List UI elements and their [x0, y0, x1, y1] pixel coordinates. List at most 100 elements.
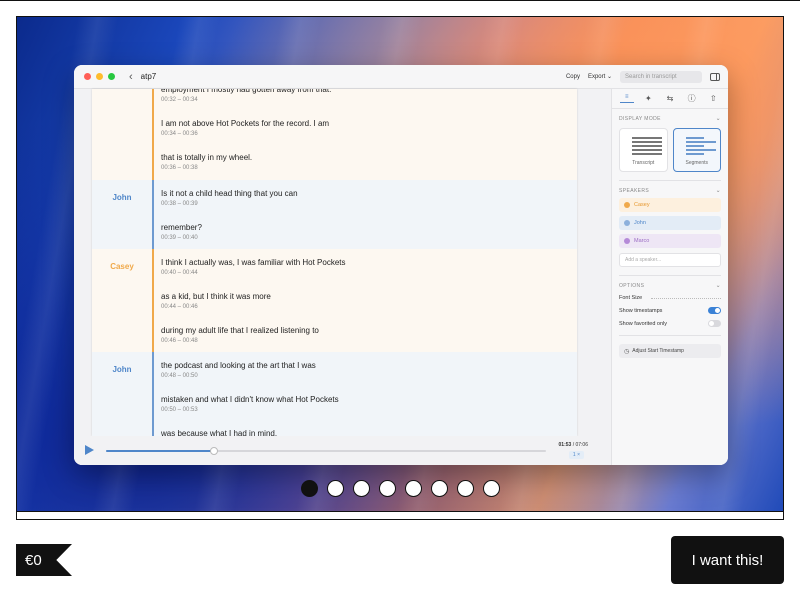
export-label: Export: [587, 74, 606, 80]
speaker-name: John: [634, 220, 646, 226]
adjust-start-timestamp-button[interactable]: ◷ Adjust Start Timestamp: [619, 344, 721, 358]
carousel-pagination: [301, 480, 500, 497]
export-button[interactable]: Export ⌄: [588, 73, 612, 80]
speaker-color-bar: [152, 249, 154, 352]
app-window: ‹ atp7 Copy Export ⌄ Search in transcrip…: [74, 65, 728, 465]
i-want-this-button[interactable]: I want this!: [671, 536, 784, 584]
show-favorited-toggle[interactable]: [708, 320, 721, 327]
line-timestamp: 00:39 – 00:40: [161, 235, 198, 241]
show-timestamps-label: Show timestamps: [619, 307, 663, 314]
transcript-segment-john[interactable]: John the podcast and looking at the art t…: [92, 352, 577, 436]
progress-knob[interactable]: [209, 447, 218, 455]
transcript-line[interactable]: was because what I had in mind.: [161, 429, 561, 436]
carousel-dot-4[interactable]: [379, 480, 396, 497]
play-icon[interactable]: [85, 445, 94, 455]
transcript-line[interactable]: I am not above Hot Pockets for the recor…: [161, 119, 561, 138]
line-text: as a kid, but I think it was more: [161, 292, 271, 301]
inspector-tabs: ≡ ✦ ⇆ ⓘ ⇧: [612, 89, 728, 109]
add-speaker-input[interactable]: Add a speaker...: [619, 253, 721, 267]
clock-icon: ◷: [624, 348, 630, 355]
carousel-dot-3[interactable]: [353, 480, 370, 497]
divider: [619, 275, 721, 276]
carousel-dot-1[interactable]: [301, 480, 318, 497]
speakers-header[interactable]: SPEAKERS ⌄: [619, 187, 721, 195]
minimize-window-icon[interactable]: [96, 73, 103, 80]
speaker-color-bar: [152, 180, 154, 249]
options-heading: OPTIONS: [619, 282, 645, 289]
line-timestamp: 00:48 – 00:50: [161, 373, 198, 379]
divider: [619, 335, 721, 336]
speaker-chip-casey[interactable]: Casey: [619, 198, 721, 212]
search-input[interactable]: Search in transcript: [620, 70, 702, 83]
line-timestamp: 00:40 – 00:44: [161, 270, 198, 276]
carousel-dot-7[interactable]: [457, 480, 474, 497]
speaker-name: Casey: [634, 202, 650, 208]
transcript-tab-icon[interactable]: ≡: [619, 94, 634, 103]
transcript-line[interactable]: the podcast and looking at the art that …: [161, 361, 561, 380]
total-time: 07:06: [575, 442, 588, 448]
line-text: I think I actually was, I was familiar w…: [161, 258, 346, 267]
carousel-bottom-edge: [17, 511, 783, 519]
copy-button[interactable]: Copy: [566, 74, 580, 80]
transcript-line[interactable]: during my adult life that I realized lis…: [161, 326, 561, 345]
transcript-mode-label: Transcript: [632, 160, 655, 166]
progress-slider[interactable]: [106, 447, 546, 455]
transcript-line[interactable]: I think I actually was, I was familiar w…: [161, 258, 561, 277]
screenshot-carousel[interactable]: ‹ atp7 Copy Export ⌄ Search in transcrip…: [16, 16, 784, 520]
carousel-dot-2[interactable]: [327, 480, 344, 497]
line-text: the podcast and looking at the art that …: [161, 361, 316, 370]
line-text: that is totally in my wheel.: [161, 153, 253, 162]
options-header[interactable]: OPTIONS ⌄: [619, 282, 721, 290]
translate-tab-icon[interactable]: ⇆: [663, 94, 677, 103]
transcript-mode-option[interactable]: Transcript: [619, 128, 668, 172]
transcript-line[interactable]: as a kid, but I think it was more 00:44 –…: [161, 292, 561, 311]
zoom-window-icon[interactable]: [108, 73, 115, 80]
line-text: mistaken and what I didn't know what Hot…: [161, 395, 339, 404]
back-chevron-icon[interactable]: ‹: [129, 71, 133, 83]
transcript-line[interactable]: that is totally in my wheel. 00:36 – 00:3…: [161, 153, 561, 172]
segment-speaker-label[interactable]: Casey: [92, 262, 152, 271]
transcript-document[interactable]: employment I mostly had gotten away from…: [92, 89, 577, 436]
line-text: remember?: [161, 223, 202, 232]
speaker-chip-john[interactable]: John: [619, 216, 721, 230]
font-size-slider[interactable]: [651, 297, 721, 301]
segments-mode-option[interactable]: Segments: [672, 128, 721, 172]
show-timestamps-toggle[interactable]: [708, 307, 721, 314]
line-text: was because what I had in mind.: [161, 429, 278, 436]
segment-speaker-label[interactable]: John: [92, 193, 152, 202]
line-timestamp: 00:46 – 00:48: [161, 338, 198, 344]
line-text: during my adult life that I realized lis…: [161, 326, 319, 335]
share-tab-icon[interactable]: ⇧: [706, 94, 720, 103]
font-size-row: Font Size: [619, 295, 721, 301]
transcript-segment-casey[interactable]: Casey I think I actually was, I was famil…: [92, 249, 577, 352]
line-timestamp: 00:50 – 00:53: [161, 407, 198, 413]
transcript-line[interactable]: employment I mostly had gotten away from…: [161, 89, 561, 104]
carousel-dot-5[interactable]: [405, 480, 422, 497]
carousel-dot-6[interactable]: [431, 480, 448, 497]
playback-speed-button[interactable]: 1 ×: [568, 451, 584, 459]
show-favorited-label: Show favorited only: [619, 320, 667, 327]
sparkle-tab-icon[interactable]: ✦: [641, 94, 655, 103]
segment-speaker-label[interactable]: John: [92, 365, 152, 374]
carousel-dot-8[interactable]: [483, 480, 500, 497]
sidebar-toggle-icon[interactable]: [710, 72, 720, 81]
transcript-segment-john[interactable]: John Is it not a child head thing that yo…: [92, 180, 577, 249]
close-window-icon[interactable]: [84, 73, 91, 80]
display-mode-section: DISPLAY MODE ⌄ Transcript Segments: [619, 115, 721, 181]
transcript-line[interactable]: mistaken and what I didn't know what Hot…: [161, 395, 561, 414]
audio-player: 01:53 / 07:06 1 ×: [74, 436, 594, 465]
speakers-heading: SPEAKERS: [619, 187, 650, 194]
line-text: Is it not a child head thing that you ca…: [161, 189, 298, 198]
adjust-start-timestamp-label: Adjust Start Timestamp: [632, 348, 684, 354]
info-tab-icon[interactable]: ⓘ: [685, 93, 699, 104]
line-timestamp: 00:38 – 00:39: [161, 201, 198, 207]
display-mode-header[interactable]: DISPLAY MODE ⌄: [619, 115, 721, 123]
speaker-chip-marco[interactable]: Marco: [619, 234, 721, 248]
speaker-color-dot: [624, 220, 630, 226]
transcript-mode-icon: [632, 137, 662, 157]
transcript-segment-casey[interactable]: employment I mostly had gotten away from…: [92, 89, 577, 180]
transcript-line[interactable]: remember? 00:39 – 00:40: [161, 223, 561, 242]
current-time: 01:53: [558, 442, 572, 448]
line-timestamp: 00:34 – 00:36: [161, 131, 198, 137]
transcript-line[interactable]: Is it not a child head thing that you ca…: [161, 189, 561, 208]
